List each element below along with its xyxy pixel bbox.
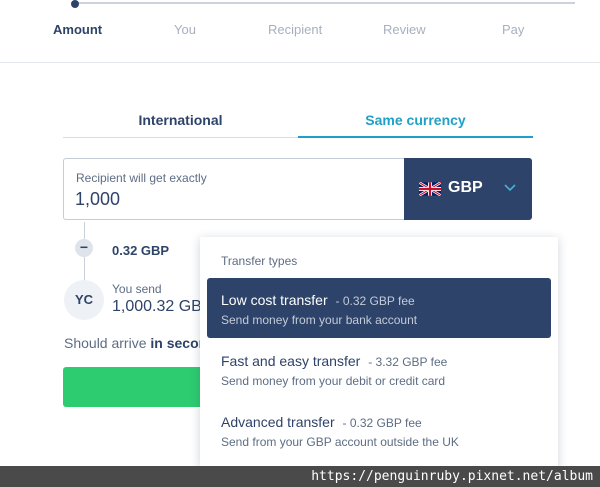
fee-amount: 0.32 GBP (112, 243, 170, 258)
option-fee: - 0.32 GBP fee (342, 416, 422, 430)
currency-select[interactable]: GBP (404, 158, 532, 220)
continue-button[interactable] (63, 367, 213, 407)
transfer-type-tabs: International Same currency (63, 110, 533, 138)
tab-international[interactable]: International (63, 110, 298, 138)
option-title: Low cost transfer (221, 292, 328, 308)
option-fee: - 3.32 GBP fee (368, 355, 448, 369)
option-description: Send money from your debit or credit car… (221, 374, 446, 388)
currency-code: GBP (448, 179, 483, 196)
transfer-types-dropdown: Transfer types Low cost transfer - 0.32 … (200, 237, 558, 467)
you-send-amount: 1,000.32 GB (112, 298, 202, 315)
step-amount[interactable]: Amount (53, 22, 102, 37)
progress-dot (71, 0, 79, 8)
recipient-amount-field[interactable]: Recipient will get exactly 1,000 GBP (63, 158, 532, 220)
option-low-cost-transfer[interactable]: Low cost transfer - 0.32 GBP fee Send mo… (207, 278, 551, 338)
step-recipient[interactable]: Recipient (268, 22, 322, 37)
option-description: Send from your GBP account outside the U… (221, 435, 459, 449)
option-title: Fast and easy transfer (221, 353, 361, 369)
step-pay[interactable]: Pay (502, 22, 524, 37)
progress-track (75, 2, 575, 4)
amount-label: Recipient will get exactly (76, 171, 207, 185)
avatar: YC (64, 280, 104, 320)
option-title: Advanced transfer (221, 414, 335, 430)
watermark-text: https://penguinruby.pixnet.net/album (311, 469, 593, 484)
uk-flag-icon (419, 182, 441, 196)
arrival-prefix: Should arrive (64, 335, 147, 351)
header-divider (0, 62, 600, 63)
chevron-down-icon (504, 180, 516, 195)
watermark-bar: https://penguinruby.pixnet.net/album (0, 466, 600, 487)
option-fast-and-easy-transfer[interactable]: Fast and easy transfer - 3.32 GBP fee Se… (207, 339, 551, 399)
you-send-label: You send (112, 282, 162, 296)
option-fee: - 0.32 GBP fee (335, 294, 415, 308)
arrival-emphasis: in secon (150, 335, 208, 351)
option-description: Send money from your bank account (221, 313, 418, 327)
tab-same-currency[interactable]: Same currency (298, 110, 533, 138)
dropdown-title: Transfer types (221, 254, 298, 268)
step-you[interactable]: You (174, 22, 196, 37)
option-advanced-transfer[interactable]: Advanced transfer - 0.32 GBP fee Send fr… (207, 400, 551, 460)
amount-input[interactable]: 1,000 (75, 189, 120, 210)
stepper: Amount You Recipient Review Pay (0, 22, 600, 40)
arrival-estimate: Should arrive in secon (64, 335, 207, 351)
minus-icon: − (75, 239, 93, 257)
step-review[interactable]: Review (383, 22, 426, 37)
